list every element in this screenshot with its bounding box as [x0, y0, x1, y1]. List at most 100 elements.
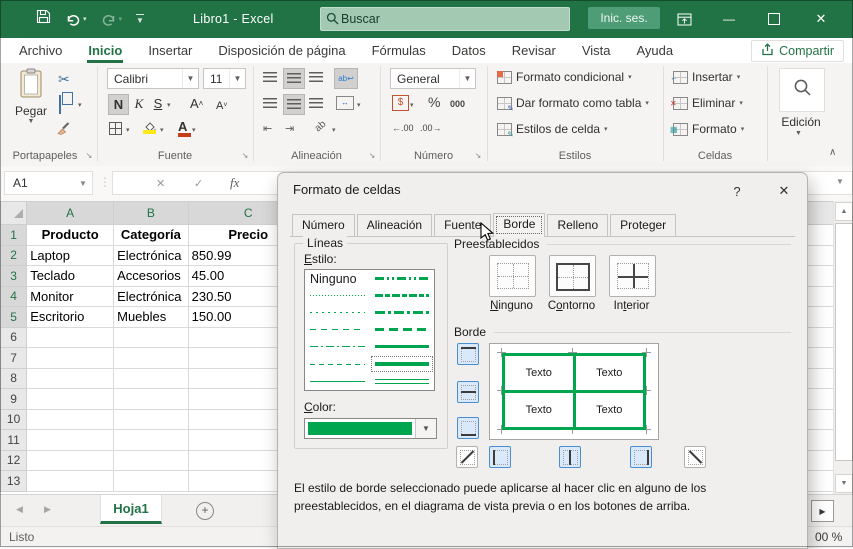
scroll-right-icon[interactable]: ▶: [811, 500, 834, 522]
tab-insertar[interactable]: Insertar: [135, 38, 205, 63]
fill-color-caret-icon[interactable]: ▾: [160, 126, 164, 134]
row-header-5[interactable]: 5: [1, 307, 27, 328]
cell-B9[interactable]: [114, 389, 189, 410]
row-header-8[interactable]: 8: [1, 368, 27, 389]
align-middle-icon[interactable]: [283, 68, 305, 89]
estilos-de-celda-button[interactable]: ✎Estilos de celda▾: [497, 122, 608, 136]
orientation-caret-icon[interactable]: ▾: [332, 126, 336, 134]
merge-center-icon[interactable]: ↔: [336, 96, 354, 110]
border-preview-grid[interactable]: TextoTextoTextoTexto: [502, 353, 646, 430]
cancel-entry-icon[interactable]: ✕: [156, 177, 165, 190]
expand-formula-bar-icon[interactable]: ▼: [836, 177, 844, 186]
bold-button[interactable]: N: [108, 94, 129, 115]
tab-datos[interactable]: Datos: [439, 38, 499, 63]
border-top-button[interactable]: [457, 343, 479, 365]
preview-cell[interactable]: Texto: [505, 393, 573, 427]
increase-indent-icon[interactable]: ⇥: [285, 122, 294, 135]
cell-B1[interactable]: Categoría: [114, 225, 189, 246]
increase-decimal-icon[interactable]: ←.00: [392, 123, 414, 133]
edit-group-label[interactable]: Edición: [771, 115, 831, 129]
cell-B6[interactable]: [114, 327, 189, 348]
row-header-4[interactable]: 4: [1, 286, 27, 307]
underline-button[interactable]: S: [150, 94, 166, 113]
tab-inicio[interactable]: Inicio: [75, 38, 135, 63]
borders-caret-icon[interactable]: ▾: [126, 126, 130, 134]
sheet-prev-icon[interactable]: ◀: [16, 504, 23, 515]
scroll-up-icon[interactable]: ▲: [835, 202, 853, 221]
underline-caret-icon[interactable]: ▾: [167, 101, 171, 109]
name-box[interactable]: A1 ▼: [4, 171, 93, 195]
cut-icon[interactable]: ✂: [58, 71, 70, 88]
select-all-corner[interactable]: [1, 202, 27, 225]
formato-condicional-button[interactable]: Formato condicional▾: [497, 70, 632, 84]
border-preview[interactable]: TextoTextoTextoTexto: [489, 343, 659, 440]
font-color-caret-icon[interactable]: ▾: [192, 126, 196, 134]
cell-B11[interactable]: [114, 430, 189, 451]
edit-caret-icon[interactable]: ▼: [795, 130, 802, 137]
sheet-next-icon[interactable]: ▶: [44, 504, 51, 515]
row-header-9[interactable]: 9: [1, 389, 27, 410]
insertar-cells-button[interactable]: ←Insertar▾: [673, 70, 740, 84]
cell-B13[interactable]: [114, 471, 189, 492]
clipboard-dialog-launcher-icon[interactable]: ↘: [84, 151, 94, 161]
format-painter-icon[interactable]: [57, 120, 72, 140]
row-header-10[interactable]: 10: [1, 409, 27, 430]
borders-icon[interactable]: [109, 122, 122, 135]
sheet-tab-hoja1[interactable]: Hoja1: [100, 495, 162, 524]
border-left-button[interactable]: [489, 446, 511, 468]
cell-A3[interactable]: Teclado: [27, 266, 114, 287]
cell-B12[interactable]: [114, 450, 189, 471]
increase-font-size-button[interactable]: A˄: [190, 94, 203, 113]
eliminar-cells-button[interactable]: ✕Eliminar▾: [673, 96, 743, 110]
align-center-icon[interactable]: [283, 94, 305, 115]
number-dialog-launcher-icon[interactable]: ↘: [473, 151, 483, 161]
sign-in-button[interactable]: Inic. ses.: [588, 7, 660, 29]
tab-archivo[interactable]: Archivo: [6, 38, 75, 63]
cell-A2[interactable]: Laptop: [27, 245, 114, 266]
font-name-select[interactable]: Calibri▼: [107, 68, 199, 89]
cell-A8[interactable]: [27, 368, 114, 389]
ribbon-display-options-button[interactable]: [669, 0, 699, 38]
line-style-dash-dot[interactable]: [305, 338, 370, 355]
preview-cell[interactable]: Texto: [576, 356, 644, 390]
preset-ninguno-button[interactable]: [489, 255, 536, 297]
cell-A13[interactable]: [27, 471, 114, 492]
preset-contorno-button[interactable]: [549, 255, 596, 297]
undo-caret-icon[interactable]: ▾: [83, 15, 87, 23]
row-header-12[interactable]: 12: [1, 450, 27, 471]
preset-interior-button[interactable]: [609, 255, 656, 297]
decrease-indent-icon[interactable]: ⇤: [263, 122, 272, 135]
align-right-icon[interactable]: [309, 98, 323, 109]
row-header-13[interactable]: 13: [1, 471, 27, 492]
align-bottom-icon[interactable]: [309, 72, 323, 83]
color-caret-icon[interactable]: ▼: [415, 419, 436, 438]
accounting-caret-icon[interactable]: ▾: [410, 101, 414, 109]
cell-B10[interactable]: [114, 409, 189, 430]
paste-button[interactable]: Pegar ▼: [8, 68, 54, 125]
cell-B8[interactable]: [114, 368, 189, 389]
row-header-1[interactable]: 1: [1, 225, 27, 246]
dialog-tab-fuente[interactable]: Fuente: [434, 214, 491, 236]
cell-A10[interactable]: [27, 409, 114, 430]
vertical-scrollbar[interactable]: ▲ ▼: [833, 201, 853, 494]
line-style-solid-med[interactable]: [370, 338, 435, 355]
line-style-dot[interactable]: [305, 304, 370, 321]
copy-icon[interactable]: [59, 96, 61, 114]
line-style-dash-med[interactable]: [305, 355, 370, 372]
row-header-7[interactable]: 7: [1, 348, 27, 369]
maximize-button[interactable]: [759, 0, 789, 38]
tab-f-rmulas[interactable]: Fórmulas: [359, 38, 439, 63]
alignment-dialog-launcher-icon[interactable]: ↘: [367, 151, 377, 161]
vertical-scroll-thumb[interactable]: [835, 223, 853, 461]
cell-B2[interactable]: Electrónica: [114, 245, 189, 266]
row-header-2[interactable]: 2: [1, 245, 27, 266]
cell-B7[interactable]: [114, 348, 189, 369]
fill-color-icon[interactable]: [143, 120, 157, 138]
line-style-list[interactable]: Ninguno: [304, 269, 435, 391]
row-header-3[interactable]: 3: [1, 266, 27, 287]
line-style-solid-thin[interactable]: [305, 373, 370, 390]
cell-A12[interactable]: [27, 450, 114, 471]
find-select-button[interactable]: [779, 68, 825, 112]
cell-A5[interactable]: Escritorio: [27, 307, 114, 328]
undo-button[interactable]: ▾: [65, 12, 87, 26]
